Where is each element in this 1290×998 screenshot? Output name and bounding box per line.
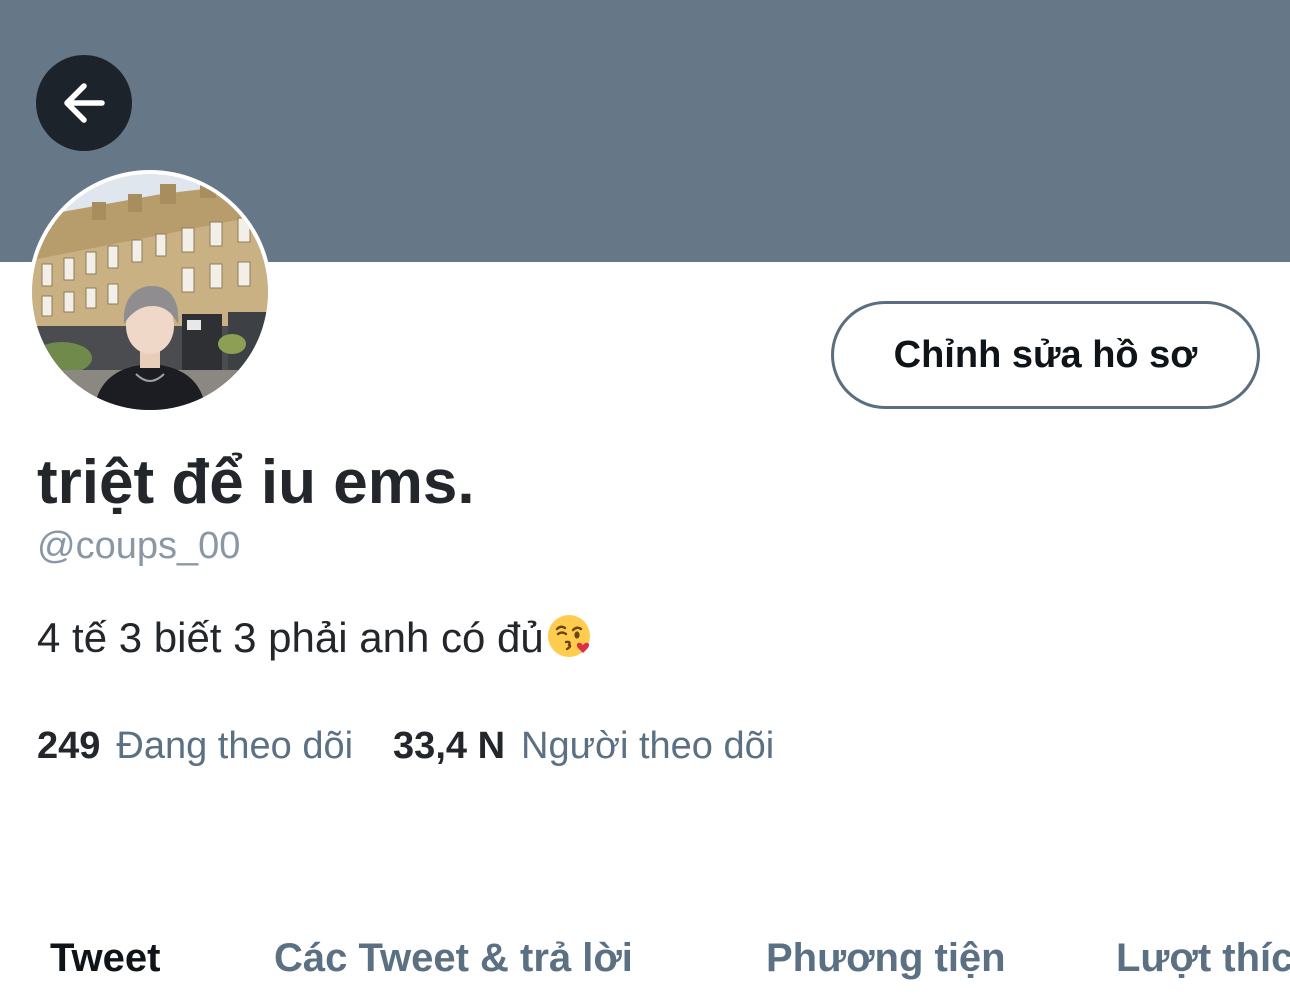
tab-tweets[interactable]: Tweet <box>50 928 160 998</box>
edit-profile-button[interactable]: Chỉnh sửa hồ sơ <box>831 301 1260 409</box>
bio-text: 4 tế 3 biết 3 phải anh có đủ <box>37 614 544 661</box>
display-name: triệt để iu ems. <box>37 448 475 517</box>
tab-likes[interactable]: Lượt thích <box>1116 928 1290 998</box>
avatar[interactable] <box>28 170 272 414</box>
profile-bio: 4 tế 3 biết 3 phải anh có đủ <box>37 610 594 666</box>
following-label: Đang theo dõi <box>116 725 354 767</box>
arrow-left-icon <box>64 83 105 123</box>
following-stat[interactable]: 249 Đang theo dõi <box>37 722 353 770</box>
followers-label: Người theo dõi <box>521 725 775 767</box>
avatar-photo <box>32 174 268 410</box>
followers-stat[interactable]: 33,4 N Người theo dõi <box>393 722 774 770</box>
username-handle: @coups_00 <box>37 525 241 567</box>
followers-count: 33,4 N <box>393 725 506 767</box>
tab-media[interactable]: Phương tiện <box>766 928 1006 998</box>
tab-tweets-replies[interactable]: Các Tweet & trả lời <box>274 928 633 998</box>
following-count: 249 <box>37 725 101 767</box>
face-blowing-kiss-emoji <box>547 615 590 657</box>
profile-stats: 249 Đang theo dõi 33,4 N Người theo dõi <box>37 722 774 770</box>
profile-page: Chỉnh sửa hồ sơ triệt để iu ems. @coups_… <box>0 0 1290 998</box>
profile-tabs: Tweet Các Tweet & trả lời Phương tiện Lư… <box>0 928 1290 998</box>
back-button[interactable] <box>36 55 132 151</box>
